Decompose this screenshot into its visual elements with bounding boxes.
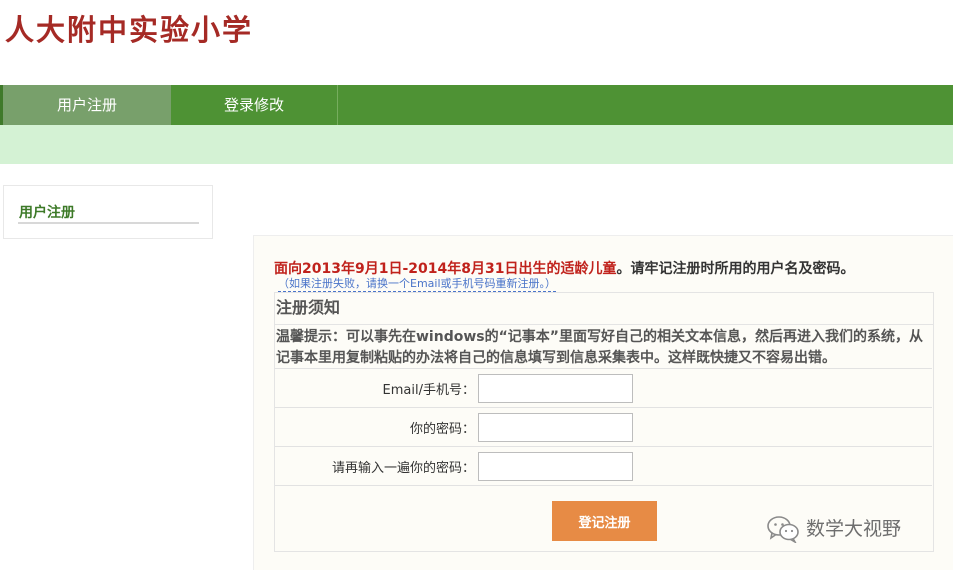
tab-user-register[interactable]: 用户注册 [3,85,171,125]
confirm-password-label: 请再输入一遍你的密码： [275,446,478,486]
submit-register-button[interactable]: 登记注册 [552,501,657,541]
nav-divider [337,85,338,125]
confirm-row: 请再输入一遍你的密码： [275,446,932,486]
email-phone-input[interactable] [478,373,633,403]
sidebar-underline [18,222,199,224]
sidebar-box: 用户注册 [3,185,213,239]
rules-title: 注册须知 [275,293,933,325]
eligibility-text: 面向2013年9月1日-2014年8月31日出生的适龄儿童 [274,261,617,277]
main-nav: 用户注册 登录修改 [0,85,953,125]
password-label: 你的密码： [275,407,478,447]
wechat-icon [767,516,799,543]
email-label: Email/手机号： [275,368,478,408]
confirm-password-input[interactable] [478,451,633,481]
registration-notice: 面向2013年9月1日-2014年8月31日出生的适龄儿童。请牢记注册时所用的用… [274,258,854,278]
sidebar-item-user-register[interactable]: 用户注册 [19,202,75,222]
retry-hint-link[interactable]: （如果注册失败，请换一个Email或手机号码重新注册。） [278,277,557,292]
sub-nav-bar [0,125,953,164]
password-row: 你的密码： [275,407,932,447]
rules-text: 温馨提示：可以事先在windows的“记事本”里面写好自己的相关文本信息，然后再… [276,329,924,366]
watermark-text: 数学大视野 [806,518,902,540]
site-title: 人大附中实验小学 [5,13,254,47]
tab-login-modify[interactable]: 登录修改 [171,85,337,125]
watermark: 数学大视野 [766,514,901,544]
email-row: Email/手机号： [275,368,932,408]
password-input[interactable] [478,412,633,442]
remember-text: 。请牢记注册时所用的用户名及密码。 [616,261,855,277]
